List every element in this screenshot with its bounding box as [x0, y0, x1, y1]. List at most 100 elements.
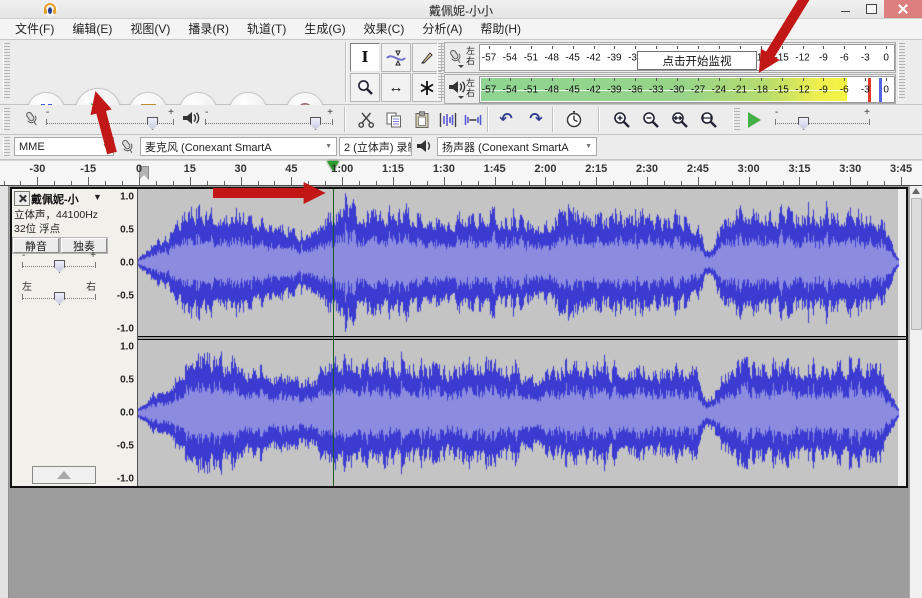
recording-volume-slider-thumb[interactable]	[147, 117, 158, 130]
menu-item-6[interactable]: 效果(C)	[355, 19, 414, 39]
vertical-scrollbar[interactable]	[909, 186, 922, 598]
ruler-tick	[664, 181, 665, 185]
meter-tick	[614, 46, 615, 49]
track-pan-slider-min-label: 左	[22, 283, 32, 293]
cut-button[interactable]	[352, 107, 380, 133]
monitor-tooltip: 点击开始监视	[637, 51, 757, 70]
menu-item-1[interactable]: 编辑(E)	[63, 19, 121, 39]
recording-channels-select[interactable]: 2 (立体声) 录制▼	[339, 137, 412, 156]
recording-volume-slider[interactable]: -+	[46, 109, 174, 131]
meter-scale-label: -15	[774, 52, 788, 63]
playback-cursor	[333, 189, 334, 486]
play-at-speed-button[interactable]	[744, 110, 764, 129]
playback-volume-slider[interactable]: -+	[205, 109, 333, 131]
window-title: 戴佩妮-小小	[0, 2, 922, 19]
redo-button[interactable]: ↷	[522, 107, 550, 133]
meter-tick	[594, 78, 595, 81]
playback-speed-slider-track[interactable]	[775, 123, 870, 124]
menu-item-7[interactable]: 分析(A)	[413, 19, 471, 39]
ruler-time-label: -30	[29, 163, 45, 175]
track-close-button[interactable]	[14, 191, 30, 206]
recording-device-value: 麦克风 (Conexant SmartA	[145, 139, 272, 155]
track-pan-slider-thumb[interactable]	[54, 292, 65, 305]
meter-tick	[803, 78, 804, 81]
slider-tick	[205, 119, 206, 125]
meter-tick	[865, 46, 866, 49]
fit-selection-button[interactable]	[666, 107, 694, 133]
mixer-toolbar-grip[interactable]	[3, 108, 10, 131]
trim-audio-button[interactable]	[434, 107, 462, 133]
menu-item-2[interactable]: 视图(V)	[121, 19, 179, 39]
recording-device-select[interactable]: 麦克风 (Conexant SmartA▼	[140, 137, 337, 156]
audio-host-select[interactable]: MME▼	[14, 137, 114, 156]
zoom-tool-icon	[357, 79, 374, 96]
playback-speed-slider-thumb[interactable]	[798, 117, 809, 130]
ruler-tick	[241, 177, 242, 185]
meter-end-grip[interactable]	[898, 43, 905, 100]
zoom-tool-button[interactable]	[350, 73, 380, 102]
envelope-tool-button[interactable]	[381, 43, 411, 72]
mute-button[interactable]: 静音	[13, 238, 59, 253]
meter-tick	[844, 46, 845, 49]
maximize-icon	[866, 4, 877, 14]
close-button[interactable]	[884, 0, 922, 18]
waveform-channel-left[interactable]	[138, 189, 906, 336]
playback-speed-slider[interactable]: -+	[775, 109, 870, 131]
zoom-in-button[interactable]	[608, 107, 636, 133]
menu-item-4[interactable]: 轨道(T)	[238, 19, 295, 39]
menu-item-3[interactable]: 播录(R)	[179, 19, 238, 39]
transcription-toolbar-grip[interactable]	[733, 108, 740, 131]
slider-tick	[22, 262, 23, 268]
silence-audio-button[interactable]	[459, 107, 487, 133]
timeshift-tool-button[interactable]: ↔	[381, 73, 411, 102]
track-gain-slider[interactable]: -+	[22, 252, 96, 274]
ruler-tick	[190, 177, 191, 185]
paste-button[interactable]	[408, 107, 436, 133]
ruler-time-label: 3:30	[839, 163, 861, 175]
menu-item-5[interactable]: 生成(G)	[295, 19, 354, 39]
playback-meter[interactable]: 左 右 -57-54-51-48-45-42-39-36-33-30-27-24…	[444, 74, 896, 104]
minimize-button[interactable]	[832, 0, 858, 18]
amplitude-ruler[interactable]: 1.00.50.0-0.5-1.01.00.50.0-0.5-1.0	[109, 189, 138, 486]
collapse-track-button[interactable]	[32, 466, 96, 484]
undo-button[interactable]: ↶	[492, 107, 520, 133]
up-arrow-icon	[912, 188, 920, 194]
device-toolbar-grip[interactable]	[3, 137, 10, 156]
scrollbar-thumb[interactable]	[911, 198, 922, 330]
ruler-tick	[37, 177, 38, 185]
meter-scale-label: -3	[861, 84, 870, 95]
playback-device-select[interactable]: 扬声器 (Conexant SmartA▼	[437, 137, 597, 156]
waveform-channel-right[interactable]	[138, 340, 906, 486]
menu-bar: 文件(F)编辑(E)视图(V)播录(R)轨道(T)生成(G)效果(C)分析(A)…	[0, 19, 922, 40]
transport-toolbar-grip[interactable]	[3, 43, 10, 100]
amp-scale-label: 0.0	[120, 408, 134, 419]
fit-project-button[interactable]	[695, 107, 723, 133]
track-pan-slider[interactable]: 左右	[22, 284, 96, 306]
track-menu-arrow[interactable]: ▼	[93, 192, 102, 202]
solo-button[interactable]: 独奏	[61, 238, 107, 253]
zoom-out-button[interactable]	[637, 107, 665, 133]
meter-midline	[481, 90, 893, 91]
sync-lock-button[interactable]	[560, 107, 588, 133]
separator	[598, 107, 599, 132]
timeshift-tool-icon: ↔	[389, 80, 404, 95]
selection-tool-button[interactable]: I	[350, 43, 380, 72]
meter-scale-label: -15	[774, 84, 788, 95]
ruler-tick	[393, 177, 394, 185]
track-name[interactable]: 戴佩妮-小	[31, 191, 79, 207]
timeline-ruler[interactable]: -30-1501530451:001:151:301:452:002:152:3…	[0, 160, 922, 186]
maximize-button[interactable]	[858, 0, 884, 18]
playback-volume-slider-thumb[interactable]	[310, 117, 321, 130]
zoom-in-icon	[613, 111, 632, 130]
menu-item-8[interactable]: 帮助(H)	[471, 19, 530, 39]
meter-tick	[489, 78, 490, 81]
collapse-icon	[57, 471, 71, 479]
ruler-time-label: 30	[234, 163, 246, 175]
meter-toolbar-grip[interactable]	[437, 43, 444, 100]
ruler-tick	[783, 181, 784, 185]
speaker-icon	[182, 111, 200, 127]
track-gain-slider-thumb[interactable]	[54, 260, 65, 273]
menu-item-0[interactable]: 文件(F)	[6, 19, 63, 39]
play-meter-scale[interactable]: -57-54-51-48-45-42-39-36-33-30-27-24-21-…	[479, 76, 895, 103]
copy-button[interactable]	[380, 107, 408, 133]
